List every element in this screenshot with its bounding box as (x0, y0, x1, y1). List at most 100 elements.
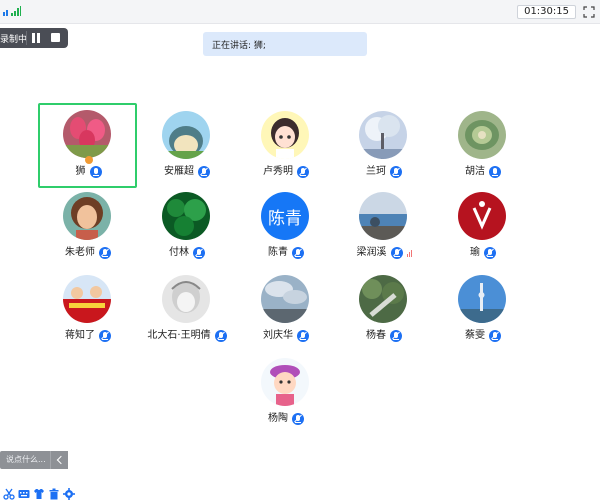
recording-bar: 录制中 (0, 28, 68, 48)
participant-name: 蔡雯 (465, 330, 485, 341)
participant-tile[interactable]: 卢秀明 (236, 105, 336, 185)
participant-name-row: 杨春 (334, 328, 434, 344)
participant-tile[interactable]: 北大石·王明倩 (137, 269, 237, 349)
participant-tile[interactable]: 朱老师 (38, 186, 138, 266)
snorlax-avatar (162, 111, 210, 159)
participant-tile[interactable]: 付林 (137, 186, 237, 266)
participant-tile[interactable]: 杨春 (334, 269, 434, 349)
sky-avatar (261, 275, 309, 323)
mic-muted-icon (198, 166, 210, 178)
participant-name-row: 杨陶 (236, 411, 336, 427)
mic-muted-icon (297, 166, 309, 178)
chevron-left-icon[interactable] (50, 451, 68, 469)
participant-name-row: 蒋知了 (38, 328, 138, 344)
participant-name: 安雁超 (164, 166, 194, 177)
festival-avatar (63, 275, 111, 323)
participant-tile[interactable]: 杨陶 (236, 352, 336, 432)
mic-muted-icon (390, 166, 402, 178)
participant-tile[interactable]: 胡洁 (433, 105, 533, 185)
mic-muted-icon (214, 330, 227, 342)
participant-name-row: 陈青 (236, 245, 336, 261)
mic-muted-icon (99, 330, 111, 342)
red-logo-avatar (458, 192, 506, 240)
signal-icon (11, 6, 21, 16)
participant-tile[interactable]: 兰珂 (334, 105, 434, 185)
participant-name: 狮 (75, 166, 86, 177)
scissors-icon[interactable] (3, 488, 15, 500)
forest-avatar (359, 275, 407, 323)
participant-name-row: 卢秀明 (236, 164, 336, 180)
meeting-timer: 01:30:15 (517, 5, 576, 19)
sea-avatar (359, 192, 407, 240)
mic-muted-icon (292, 247, 304, 259)
participant-name-row: 梁润溪 (334, 245, 434, 261)
participant-name: 卢秀明 (263, 166, 293, 177)
cartoon-girl-avatar (261, 111, 309, 159)
participant-name-row: 朱老师 (38, 245, 138, 261)
participant-name: 兰珂 (366, 166, 386, 177)
audio-level-icon (406, 249, 412, 257)
mic-icon (89, 166, 102, 178)
speaking-indicator: 正在讲话: 狮; (203, 32, 367, 56)
mic-muted-icon (297, 330, 309, 342)
participant-name: 刘庆华 (263, 330, 293, 341)
participant-name: 付林 (169, 247, 189, 258)
participant-tile[interactable]: 安雁超 (137, 105, 237, 185)
trash-icon[interactable] (48, 488, 60, 500)
participant-tile[interactable]: 蔡雯 (433, 269, 533, 349)
meeting-window: 01:30:15 录制中 正在讲话: 狮; 狮 安雁超 卢秀明 兰珂 胡洁 朱老… (0, 0, 600, 504)
mic-muted-icon (292, 413, 304, 425)
mic-muted-icon (484, 247, 496, 259)
participant-name-row: 胡洁 (433, 164, 533, 180)
participant-tile[interactable]: 蒋知了 (38, 269, 138, 349)
host-badge (85, 156, 93, 164)
mic-muted-icon (193, 247, 205, 259)
participant-name-row: 蔡雯 (433, 328, 533, 344)
text-avatar: 陈青 (261, 192, 309, 240)
tower-avatar (458, 275, 506, 323)
participant-name: 杨春 (366, 330, 386, 341)
top-bar: 01:30:15 (0, 0, 600, 24)
mic-muted-icon (390, 330, 402, 342)
participant-tile[interactable]: 狮 (38, 103, 137, 188)
participant-name-row: 安雁超 (137, 164, 237, 180)
participant-tile[interactable]: 刘庆华 (236, 269, 336, 349)
participant-name: 朱老师 (65, 247, 95, 258)
cartoon-woman-avatar (63, 192, 111, 240)
participant-name: 胡洁 (465, 166, 485, 177)
participant-name-row: 兰珂 (334, 164, 434, 180)
mic-muted-icon (489, 330, 501, 342)
sketch-avatar (162, 275, 210, 323)
participant-name: 北大石·王明倩 (147, 330, 211, 341)
participant-name: 蒋知了 (65, 330, 95, 341)
participant-name: 杨陶 (268, 413, 288, 424)
tulip-avatar (63, 110, 111, 158)
participant-tile[interactable]: 梁润溪 (334, 186, 434, 266)
keyboard-icon[interactable] (18, 488, 30, 500)
participant-name: 梁润溪 (356, 247, 387, 258)
participant-name: 陈青 (268, 247, 288, 258)
cartoon-child-avatar (261, 358, 309, 406)
pause-icon[interactable] (31, 33, 41, 43)
participant-name-row: 狮 (40, 164, 137, 180)
mic-icon (489, 166, 501, 178)
mic-muted-icon (390, 247, 403, 259)
tree-avatar (359, 111, 407, 159)
participant-name: 瑜 (470, 247, 480, 258)
divider (26, 31, 27, 45)
shirt-icon[interactable] (33, 488, 45, 500)
participant-name-row: 付林 (137, 245, 237, 261)
gear-icon[interactable] (63, 487, 75, 500)
clover-avatar (162, 192, 210, 240)
participant-name-row: 刘庆华 (236, 328, 336, 344)
participant-tile[interactable]: 瑜 (433, 186, 533, 266)
stop-icon[interactable] (51, 33, 60, 42)
succulent-avatar (458, 111, 506, 159)
participant-tile[interactable]: 陈青 陈青 (236, 186, 336, 266)
recording-label: 录制中 (0, 35, 28, 45)
participant-name-row: 瑜 (433, 245, 533, 261)
fullscreen-icon[interactable] (583, 6, 595, 18)
bottom-toolbar (0, 483, 80, 504)
participant-name-row: 北大石·王明倩 (137, 328, 237, 344)
mic-muted-icon (99, 247, 111, 259)
